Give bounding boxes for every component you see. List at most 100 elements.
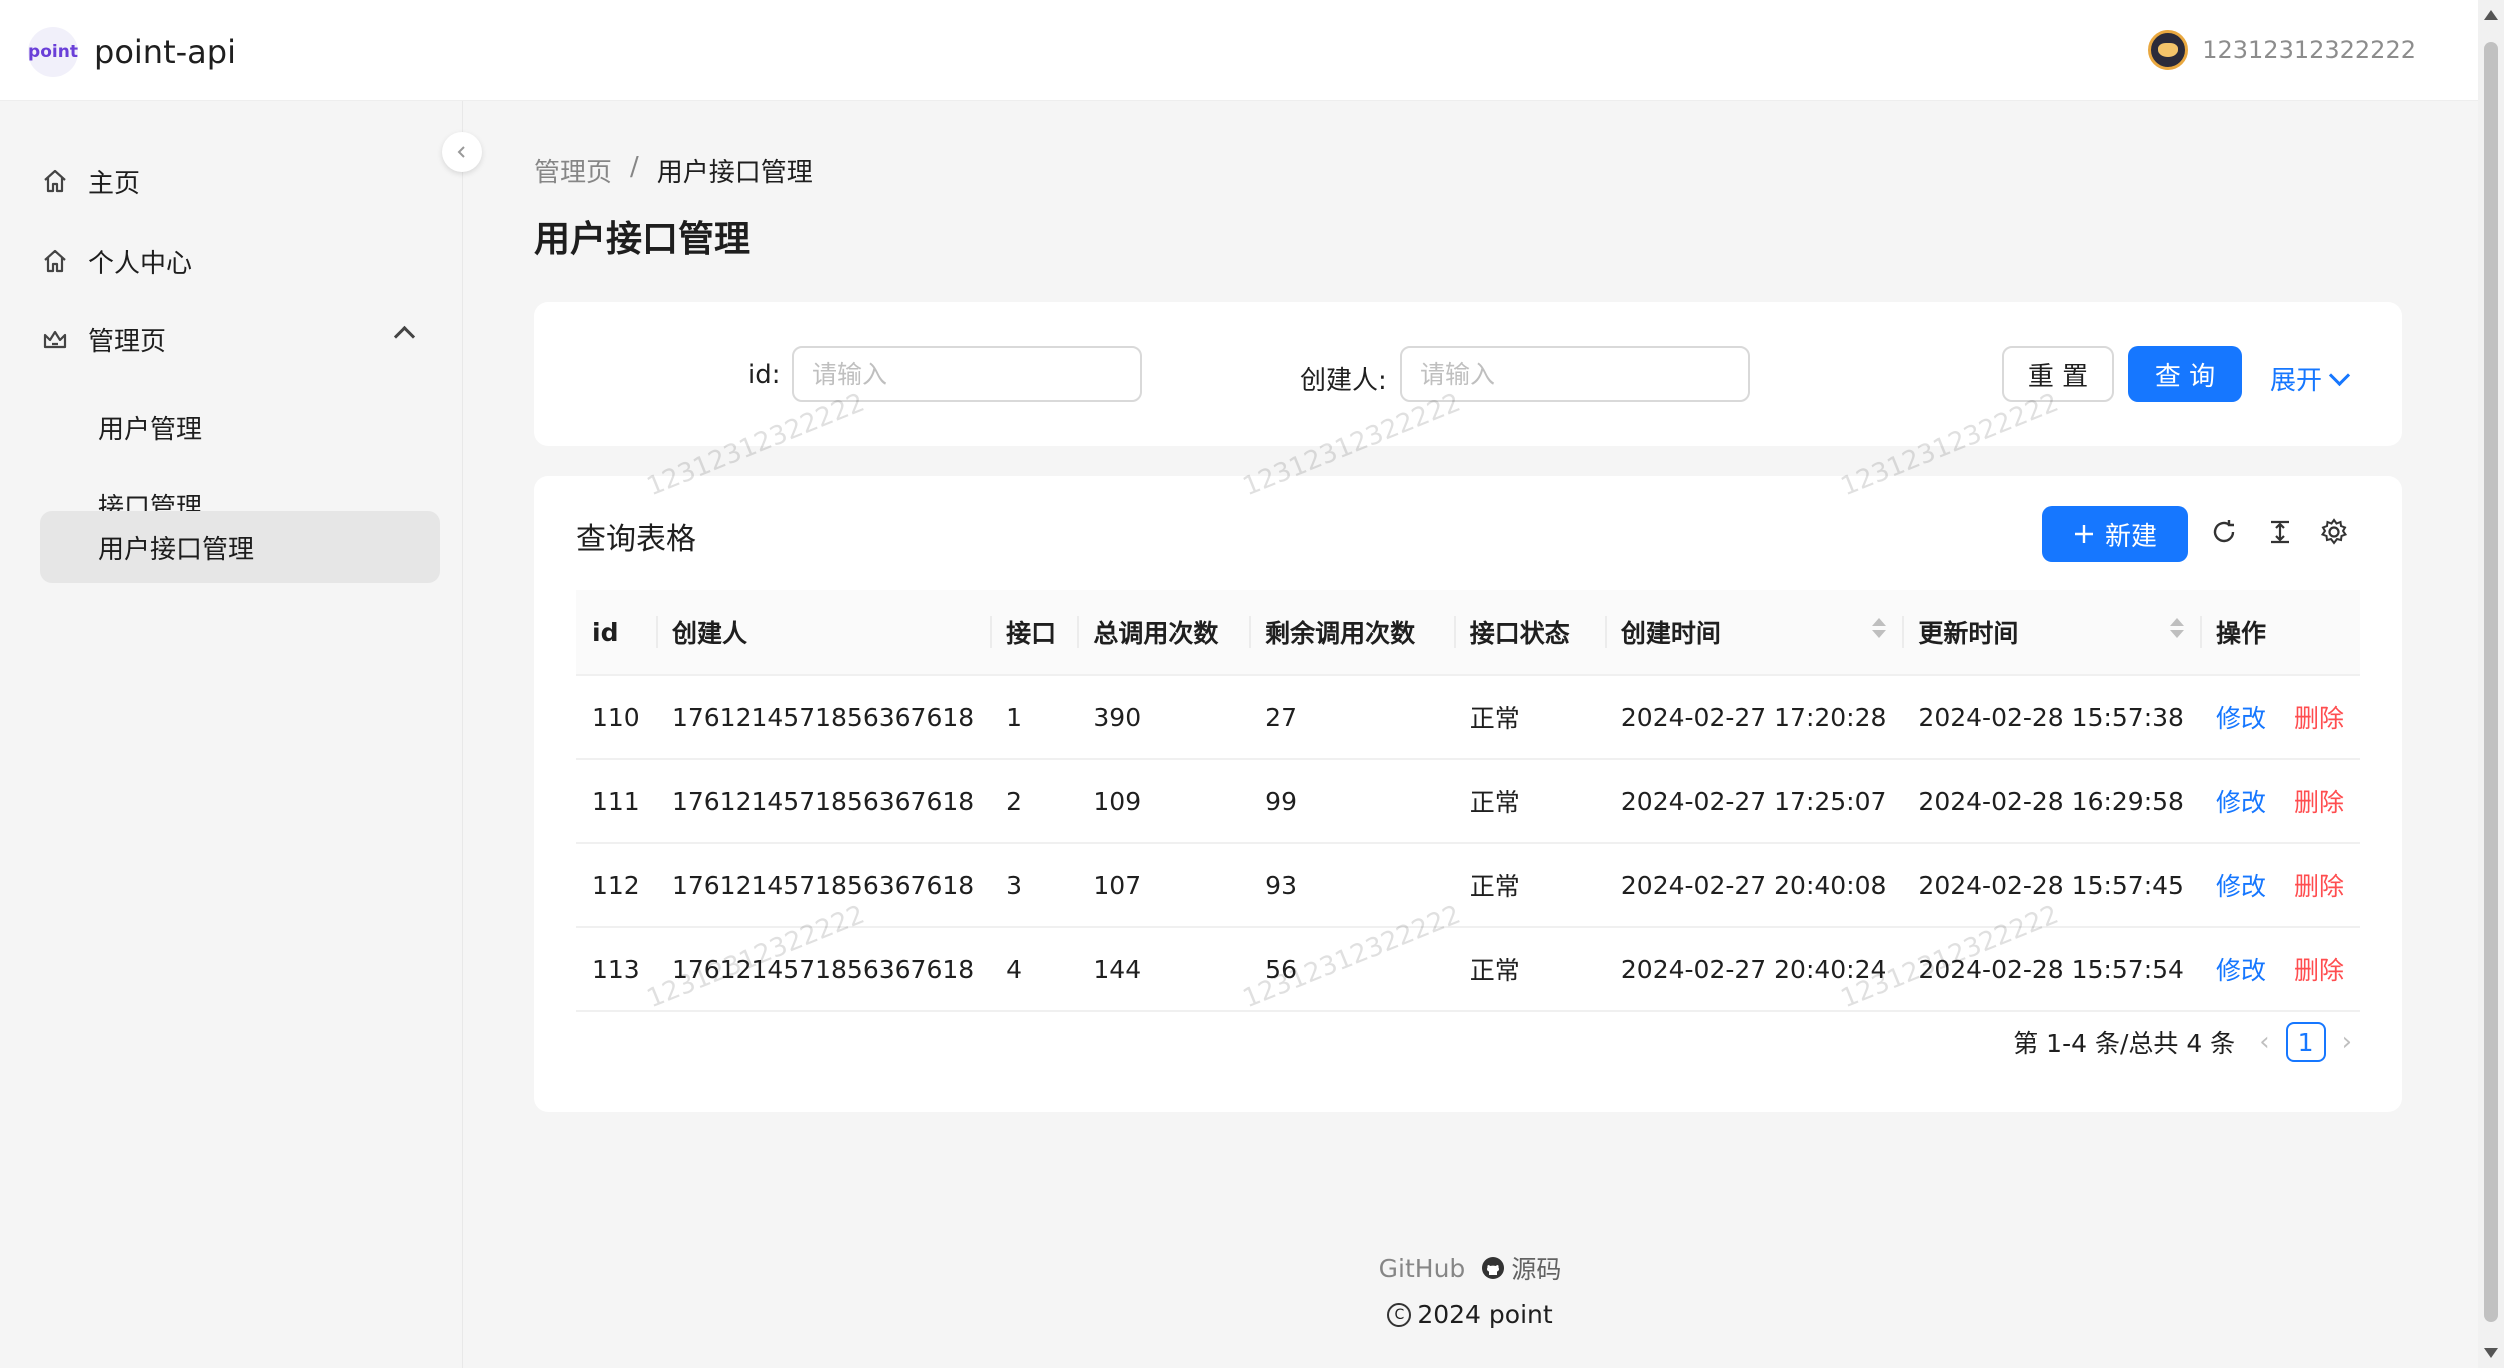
prev-page-icon[interactable]: ‹ (2259, 1027, 2269, 1057)
sidebar-item-label: 管理页 (88, 326, 167, 357)
cell-remaining-calls: 27 (1249, 675, 1454, 760)
table-row: 112 1761214571856367618 3 107 93 正常 2024… (576, 843, 2360, 928)
cell-created-time: 2024-02-27 20:40:24 (1604, 927, 1903, 1012)
edit-link[interactable]: 修改 (2216, 956, 2266, 985)
avatar[interactable] (2148, 30, 2189, 70)
pagination-summary: 第 1-4 条/总共 4 条 (2013, 1029, 2236, 1058)
top-header: point point-api 12312312322222 (0, 0, 2478, 101)
delete-link[interactable]: 删除 (2294, 872, 2344, 901)
app-logo[interactable]: point (28, 27, 78, 77)
cell-updated-time: 2024-02-28 15:57:54 (1902, 927, 2200, 1012)
cell-total-calls: 144 (1077, 927, 1250, 1012)
user-menu[interactable]: 12312312322222 (2148, 30, 2416, 70)
cell-created-time: 2024-02-27 17:20:28 (1604, 675, 1903, 760)
cell-status: 正常 (1453, 927, 1605, 1012)
next-page-icon[interactable]: › (2342, 1027, 2352, 1057)
cell-actions: 修改 删除 (2199, 759, 2360, 844)
delete-link[interactable]: 删除 (2294, 956, 2344, 985)
sidebar-item-user-management[interactable]: 用户管理 (40, 391, 440, 463)
breadcrumb-parent[interactable]: 管理页 (534, 152, 612, 189)
cell-interface: 3 (990, 843, 1078, 928)
query-button[interactable]: 查 询 (2128, 346, 2242, 402)
home-icon (40, 166, 70, 196)
cell-status: 正常 (1453, 843, 1605, 928)
query-table-card: 查询表格 新建 id 创建人 接口 总调用次数 剩余调用次数 接口状态 创建时间… (534, 476, 2402, 1112)
cell-id: 113 (576, 927, 656, 1012)
edit-link[interactable]: 修改 (2216, 872, 2266, 901)
cell-status: 正常 (1453, 675, 1605, 760)
chevron-up-icon (393, 325, 416, 348)
edit-link[interactable]: 修改 (2216, 704, 2266, 733)
copyright-icon: C (1387, 1302, 1412, 1327)
github-link[interactable]: GitHub (1379, 1254, 1466, 1283)
page-number-button[interactable]: 1 (2285, 1022, 2326, 1062)
sidebar-item-home[interactable]: 主页 (40, 145, 440, 217)
cell-remaining-calls: 56 (1249, 927, 1454, 1012)
scroll-thumb[interactable] (2484, 42, 2498, 1322)
source-label: 源码 (1511, 1255, 1562, 1284)
new-button-label: 新建 (2104, 521, 2157, 552)
sidebar-item-label: 用户管理 (98, 414, 203, 445)
cell-interface: 2 (990, 759, 1078, 844)
density-icon[interactable] (2262, 514, 2298, 550)
user-name[interactable]: 12312312322222 (2202, 36, 2416, 64)
scroll-down-icon[interactable] (2484, 1348, 2498, 1358)
creator-field-label: 创建人: (1300, 366, 1387, 396)
breadcrumb-separator: / (630, 152, 639, 182)
sort-icon[interactable] (1872, 618, 1887, 638)
chevron-down-icon (2328, 364, 2351, 387)
cell-status: 正常 (1453, 759, 1605, 844)
cell-total-calls: 109 (1077, 759, 1250, 844)
table-row: 110 1761214571856367618 1 390 27 正常 2024… (576, 675, 2360, 760)
settings-gear-icon[interactable] (2316, 514, 2352, 550)
column-header-label: 更新时间 (1918, 619, 2019, 648)
table-row: 113 1761214571856367618 4 144 56 正常 2024… (576, 927, 2360, 1012)
column-header-updated-time[interactable]: 更新时间 (1902, 590, 2200, 676)
sidebar-item-label: 用户接口管理 (98, 534, 255, 565)
cell-id: 111 (576, 759, 656, 844)
search-form: id: 创建人: 重 置 查 询 展开 (534, 302, 2402, 446)
new-button[interactable]: 新建 (2042, 506, 2188, 562)
edit-link[interactable]: 修改 (2216, 788, 2266, 817)
breadcrumb: 管理页 / 用户接口管理 (534, 152, 813, 189)
cell-creator: 1761214571856367618 (655, 675, 991, 760)
app-title[interactable]: point-api (94, 32, 236, 72)
sidebar-item-profile[interactable]: 个人中心 (40, 225, 440, 297)
reload-icon[interactable] (2206, 514, 2242, 550)
cell-remaining-calls: 99 (1249, 759, 1454, 844)
column-header-created-time[interactable]: 创建时间 (1604, 590, 1903, 676)
id-search-input[interactable] (792, 346, 1142, 402)
scroll-up-icon[interactable] (2484, 10, 2498, 20)
cell-id: 112 (576, 843, 656, 928)
sidebar-item-label: 个人中心 (88, 248, 193, 279)
delete-link[interactable]: 删除 (2294, 788, 2344, 817)
cell-updated-time: 2024-02-28 15:57:45 (1902, 843, 2200, 928)
source-link[interactable]: 源码 (1481, 1250, 1561, 1286)
cell-total-calls: 107 (1077, 843, 1250, 928)
delete-link[interactable]: 删除 (2294, 704, 2344, 733)
column-header-actions: 操作 (2199, 590, 2360, 676)
column-header-creator: 创建人 (655, 590, 991, 676)
cell-updated-time: 2024-02-28 16:29:58 (1902, 759, 2200, 844)
copyright-text: 2024 point (1417, 1300, 1553, 1329)
expand-link[interactable]: 展开 (2270, 360, 2351, 397)
cell-created-time: 2024-02-27 17:25:07 (1604, 759, 1903, 844)
column-header-status: 接口状态 (1453, 590, 1605, 676)
copyright: C 2024 point (462, 1300, 2478, 1329)
creator-search-input[interactable] (1400, 346, 1750, 402)
sidebar-collapse-button[interactable] (442, 132, 482, 172)
column-header-label: 创建时间 (1620, 619, 1721, 648)
breadcrumb-current: 用户接口管理 (656, 158, 813, 188)
column-header-interface: 接口 (990, 590, 1078, 676)
cell-updated-time: 2024-02-28 15:57:38 (1902, 675, 2200, 760)
plus-icon (2074, 525, 2093, 543)
table-row: 111 1761214571856367618 2 109 99 正常 2024… (576, 759, 2360, 844)
id-field-label: id: (748, 360, 781, 390)
sidebar-item-user-interface-management[interactable]: 用户接口管理 (40, 511, 440, 583)
sidebar-item-admin[interactable]: 管理页 (40, 303, 440, 375)
page-scrollbar[interactable] (2478, 0, 2504, 1368)
cell-created-time: 2024-02-27 20:40:08 (1604, 843, 1903, 928)
reset-button[interactable]: 重 置 (2002, 346, 2114, 402)
sort-icon[interactable] (2169, 618, 2184, 638)
column-header-id: id (576, 590, 656, 676)
